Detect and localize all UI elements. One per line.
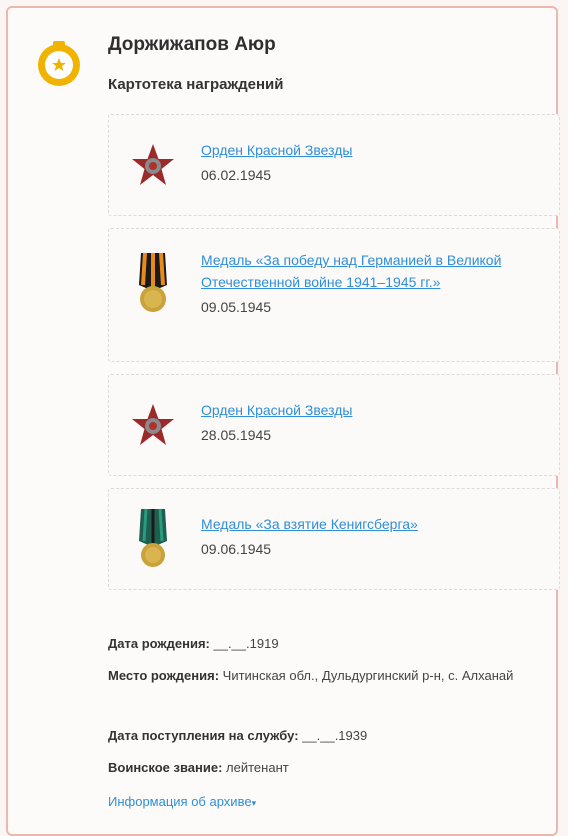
chevron-down-icon: ▾ (251, 798, 257, 808)
archive-link-text: Информация об архиве (108, 794, 252, 809)
person-card: Доржижапов Аюр Картотека награждений Орд… (6, 6, 560, 836)
award-card: Орден Красной Звезды 28.05.1945 (108, 374, 560, 476)
rank-value: лейтенант (222, 760, 289, 775)
service-date-label: Дата поступления на службу: (108, 728, 299, 743)
victory-medal-icon (139, 252, 167, 312)
award-link[interactable]: Орден Красной Звезды (201, 139, 539, 161)
award-date: 06.02.1945 (201, 167, 272, 183)
birth-date: Дата рождения: __.__.1919 (108, 634, 548, 654)
person-name: Доржижапов Аюр (108, 34, 276, 55)
red-star-order-icon (132, 404, 174, 445)
award-date: 09.06.1945 (201, 541, 272, 557)
service-date: Дата поступления на службу: __.__.1939 (108, 726, 548, 746)
birth-place-label: Место рождения: (108, 668, 220, 683)
award-link[interactable]: Медаль «За взятие Кенигсберга» (201, 513, 539, 535)
award-card: Орден Красной Звезды 06.02.1945 (108, 114, 560, 216)
military-rank: Воинское звание: лейтенант (108, 758, 548, 778)
award-date: 28.05.1945 (201, 427, 272, 443)
award-card: Медаль «За победу над Германией в Велико… (108, 228, 560, 362)
award-link[interactable]: Медаль «За победу над Германией в Велико… (201, 249, 539, 293)
konigsberg-medal-icon (139, 508, 167, 567)
avatar (38, 41, 80, 86)
service-date-value: __.__.1939 (298, 728, 368, 743)
birth-place: Место рождения: Читинская обл., Дульдург… (108, 666, 548, 686)
rank-label: Воинское звание: (108, 760, 223, 775)
award-card: Медаль «За взятие Кенигсберга» 09.06.194… (108, 488, 560, 590)
archive-info-link[interactable]: Информация об архиве▾ (108, 794, 256, 809)
birth-date-label: Дата рождения: (108, 636, 210, 651)
award-date: 09.05.1945 (201, 299, 272, 315)
award-link[interactable]: Орден Красной Звезды (201, 399, 539, 421)
birth-place-value: Читинская обл., Дульдургинский р-н, с. А… (219, 668, 514, 683)
awards-subtitle: Картотека награждений (108, 76, 284, 93)
red-star-order-icon (132, 144, 174, 185)
birth-date-value: __.__.1919 (209, 636, 279, 651)
